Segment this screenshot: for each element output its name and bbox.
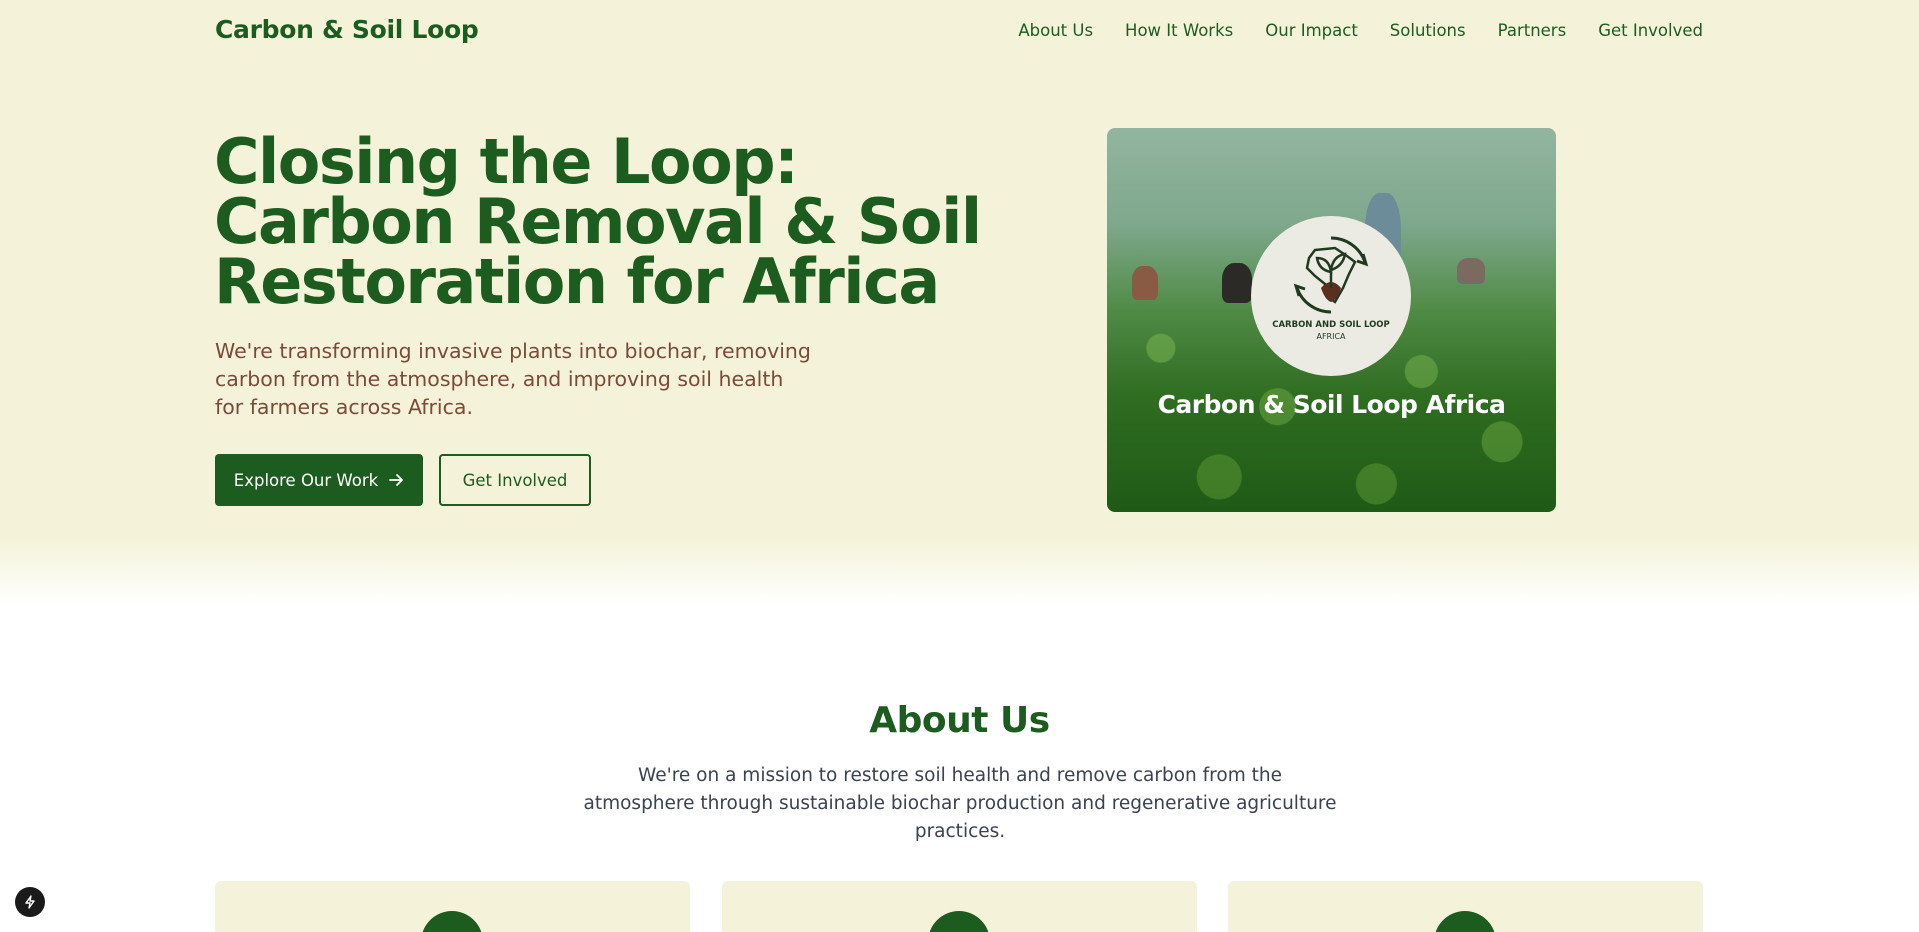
get-involved-button[interactable]: Get Involved [439,454,591,506]
nav-how-it-works[interactable]: How It Works [1125,21,1233,40]
about-section-text: We're on a mission to restore soil healt… [583,765,1337,842]
explore-our-work-button[interactable]: Explore Our Work [215,454,423,506]
worker-figure [1222,263,1252,303]
hero-card-caption: Carbon & Soil Loop Africa [1157,390,1506,419]
about-section-title: About Us [869,700,1050,741]
feature-card [1228,881,1703,932]
explore-button-label: Explore Our Work [233,470,379,490]
hero-title: Closing the Loop: Carbon Removal & Soil … [214,125,982,318]
lightning-icon [25,895,35,909]
nav-about-us[interactable]: About Us [1018,21,1093,40]
brand-logo-text[interactable]: Carbon & Soil Loop [215,15,479,44]
worker-figure [1457,258,1485,284]
hero-title-line: Closing the Loop: [214,125,799,198]
nav-partners[interactable]: Partners [1498,21,1567,40]
feature-card [215,881,690,932]
logo-text-primary: CARBON AND SOIL LOOP [1272,320,1390,330]
hero-subtitle: We're transforming invasive plants into … [215,339,811,419]
nav-solutions[interactable]: Solutions [1390,21,1466,40]
feature-icon [1434,911,1496,932]
logo-text-secondary: AFRICA [1316,332,1346,341]
africa-leaf-logo-icon [1293,236,1369,314]
nav-get-involved[interactable]: Get Involved [1598,21,1703,40]
floating-action-button[interactable] [15,887,45,917]
site-header: Carbon & Soil Loop About Us How It Works… [0,0,1919,64]
logo-badge: CARBON AND SOIL LOOP AFRICA [1251,216,1411,376]
worker-figure [1132,266,1158,300]
hero-title-line: Carbon Removal & Soil [214,185,982,258]
arrow-right-icon [389,474,404,486]
main-nav: About Us How It Works Our Impact Solutio… [1018,21,1703,40]
feature-icon [421,911,483,932]
hero-title-line: Restoration for Africa [214,245,940,318]
feature-card [722,881,1197,932]
nav-our-impact[interactable]: Our Impact [1265,21,1358,40]
hero-image-card: CARBON AND SOIL LOOP AFRICA Carbon & Soi… [1107,128,1556,512]
feature-icon [928,911,990,932]
